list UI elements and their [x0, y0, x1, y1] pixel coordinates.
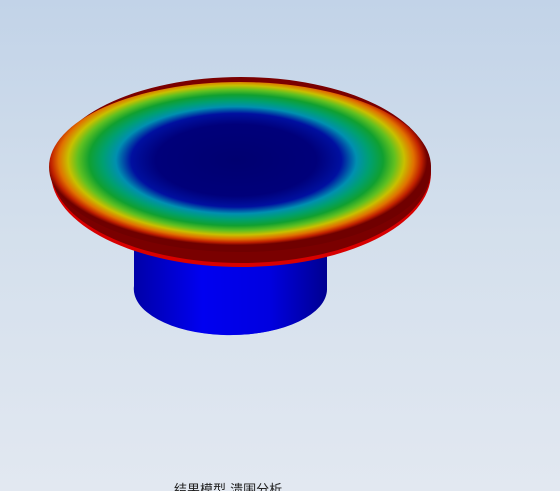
fea-result-model[interactable]: [0, 0, 560, 491]
flange-top: [49, 82, 431, 252]
viewport-caption: 结果模型 溃围分析: [174, 483, 283, 491]
graphics-viewport[interactable]: 结果模型 溃围分析: [0, 0, 560, 491]
